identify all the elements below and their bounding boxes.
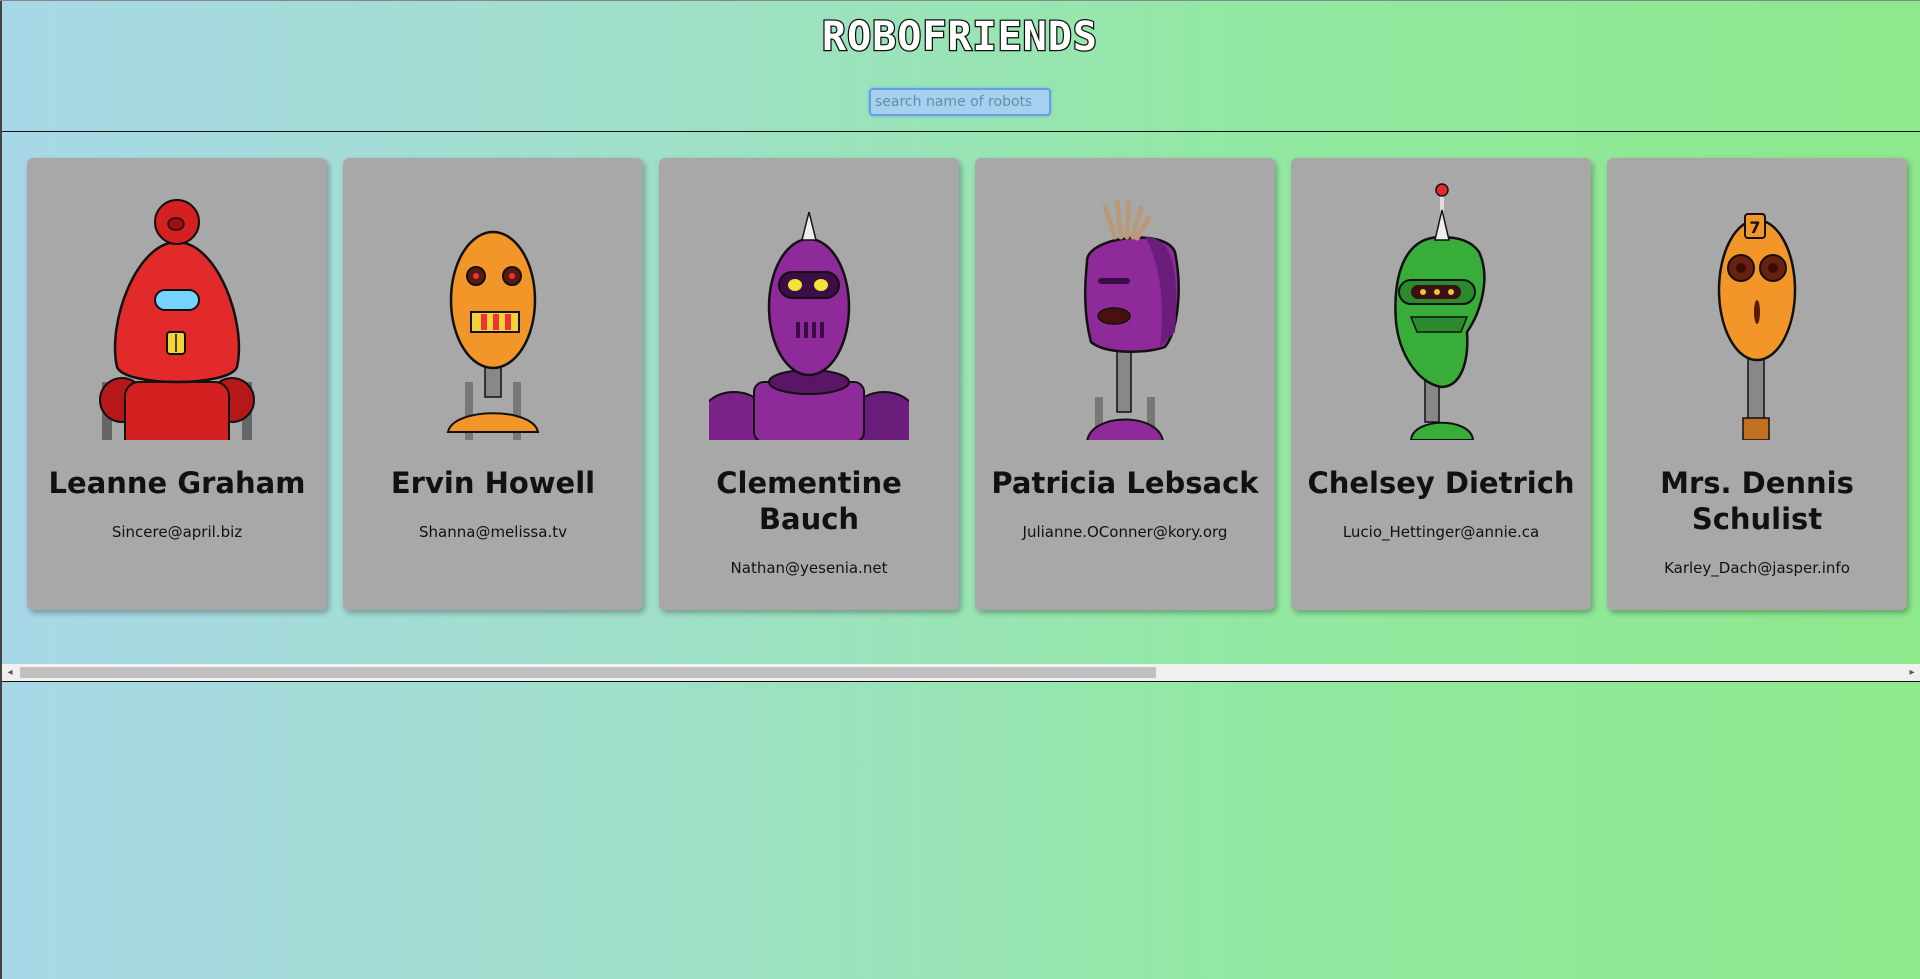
robot-card[interactable]: Ervin Howell Shanna@melissa.tv (343, 158, 643, 610)
robot-card[interactable]: Clementine Bauch Nathan@yesenia.net (659, 158, 959, 610)
robot-name: Leanne Graham (48, 466, 306, 500)
robot-name: Ervin Howell (390, 466, 596, 500)
scroll-right-arrow-icon[interactable]: ▸ (1906, 667, 1918, 679)
robot-email: Shanna@melissa.tv (419, 523, 567, 541)
robot-avatar (77, 182, 277, 440)
app-title: ROBOFRIENDS (821, 13, 1098, 62)
scroll-left-arrow-icon[interactable]: ◂ (4, 667, 16, 679)
robot-email: Julianne.OConner@kory.org (1022, 523, 1228, 541)
horizontal-scrollbar[interactable]: ◂ ▸ (2, 664, 1920, 681)
robot-name: Chelsey Dietrich (1307, 466, 1575, 500)
robot-name: Mrs. Dennis Schulist (1660, 466, 1854, 536)
robot-card[interactable]: Patricia Lebsack Julianne.OConner@kory.o… (975, 158, 1275, 610)
scrollbar-thumb[interactable] (20, 667, 1156, 678)
card-list: Leanne Graham Sincere@april.biz Ervin Ho… (27, 158, 1920, 610)
page-header: ROBOFRIENDS (0, 0, 1920, 132)
robot-name: Patricia Lebsack (991, 466, 1259, 500)
robot-email: Nathan@yesenia.net (730, 559, 888, 577)
robot-card[interactable]: Leanne Graham Sincere@april.biz (27, 158, 327, 610)
robot-email: Lucio_Hettinger@annie.ca (1342, 523, 1540, 541)
robot-avatar: 7 (1657, 182, 1857, 440)
robot-avatar (1025, 182, 1225, 440)
search-input[interactable] (869, 88, 1051, 116)
svg-text:7: 7 (1749, 218, 1760, 237)
robot-card[interactable]: 7 Mrs. Dennis Schulist Karley_Dach@jaspe… (1607, 158, 1907, 610)
robot-avatar (393, 182, 593, 440)
robot-email: Sincere@april.biz (111, 523, 243, 541)
robot-email: Karley_Dach@jasper.info (1664, 559, 1850, 577)
robot-name: Clementine Bauch (716, 466, 902, 536)
robot-avatar (1341, 182, 1541, 440)
robot-card[interactable]: Chelsey Dietrich Lucio_Hettinger@annie.c… (1291, 158, 1591, 610)
robot-scroll-container[interactable]: Leanne Graham Sincere@april.biz Ervin Ho… (2, 131, 1920, 682)
robot-avatar (709, 182, 909, 440)
